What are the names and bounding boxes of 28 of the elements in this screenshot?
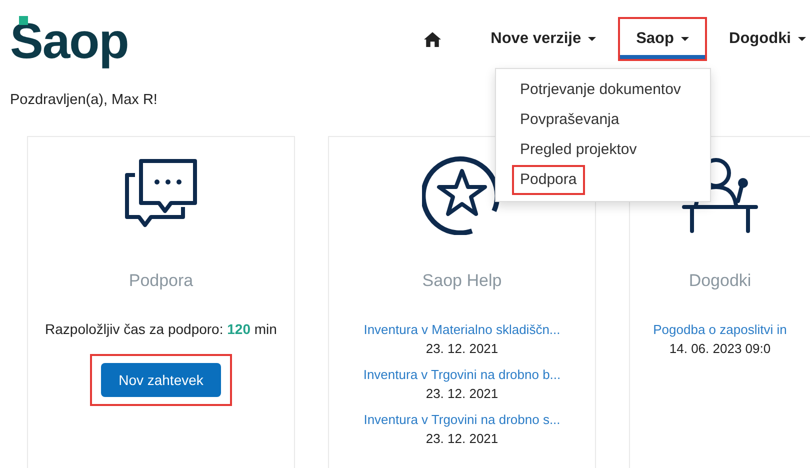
star-badge-icon (422, 155, 502, 235)
menu-item[interactable]: Potrjevanje dokumentov (512, 75, 689, 105)
card-title: Podpora (128, 271, 194, 291)
article-link[interactable]: Pogodba o zaposlitvi in (653, 321, 787, 339)
menu-item[interactable]: Podpora (512, 165, 585, 195)
speaker-podium-icon (680, 155, 760, 235)
home-icon[interactable] (424, 32, 441, 46)
support-time-text: Razpoložljiv čas za podporo: 120 min (45, 321, 277, 337)
article-link[interactable]: Inventura v Materialno skladiščn... (364, 321, 560, 339)
menu-item[interactable]: Pregled projektov (512, 135, 645, 165)
card-title: Saop Help (422, 271, 502, 291)
nav-menu-item[interactable]: Saop (618, 17, 707, 61)
date-text: 23. 12. 2021 (426, 340, 498, 358)
date-text: 23. 12. 2021 (426, 385, 498, 403)
menu-item[interactable]: Povpraševanja (512, 105, 628, 135)
date-text: 14. 06. 2023 09:0 (669, 340, 771, 358)
caret-icon (798, 37, 806, 41)
card-title: Dogodki (688, 271, 752, 291)
date-text: 23. 12. 2021 (426, 430, 498, 448)
caret-icon (588, 37, 596, 41)
greeting-text: Pozdravljen(a), Max R! (10, 92, 158, 108)
caret-icon (681, 37, 689, 41)
logo[interactable]: Saop (10, 12, 128, 66)
article-link[interactable]: Inventura v Trgovini na drobno s... (364, 411, 560, 429)
nav-menu-item[interactable]: Nove verzije (472, 17, 614, 61)
nav-menu-item[interactable]: Dogodki (711, 17, 810, 61)
new-request-button[interactable]: Nov zahtevek (100, 363, 222, 397)
article-link[interactable]: Inventura v Trgovini na drobno b... (363, 366, 561, 384)
